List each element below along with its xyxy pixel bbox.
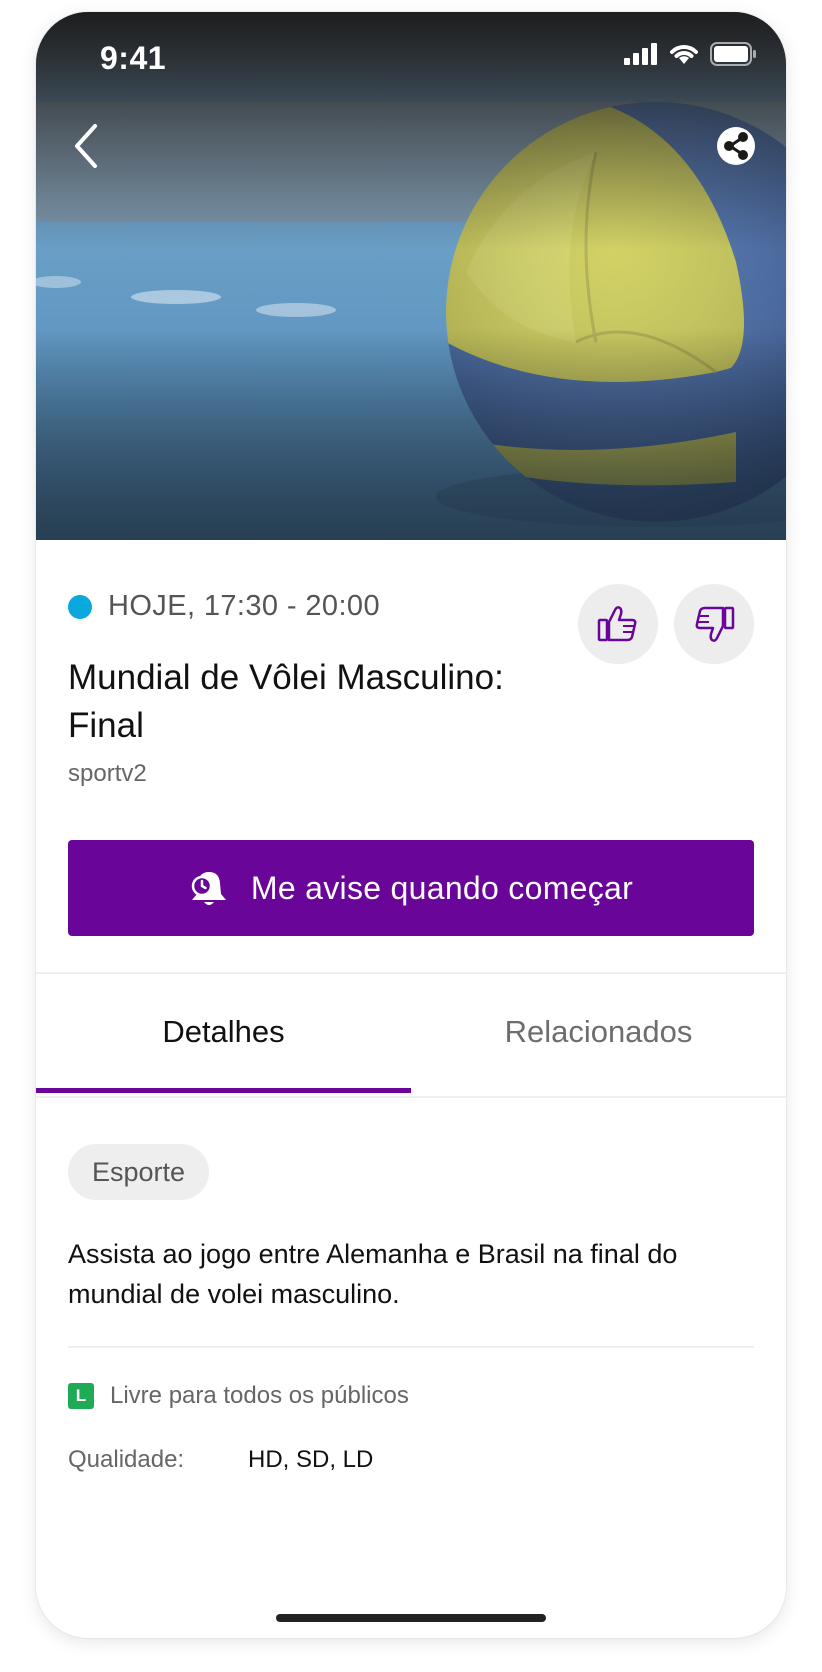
quality-value: HD, SD, LD: [248, 1446, 374, 1473]
active-tab-indicator: [36, 1088, 411, 1093]
thumbs-down-icon: [695, 606, 735, 642]
share-icon: [717, 127, 755, 165]
notify-button[interactable]: Me avise quando começar: [68, 840, 754, 936]
category-chip[interactable]: Esporte: [68, 1144, 210, 1200]
chevron-left-icon: [75, 124, 97, 168]
like-button[interactable]: [578, 584, 658, 664]
live-dot: [68, 594, 92, 619]
signal-icon: [624, 43, 657, 65]
status-icons: [624, 42, 756, 66]
back-button[interactable]: [56, 112, 116, 180]
status-bar: 9:41: [36, 12, 786, 102]
age-rating-text: Livre para todos os públicos: [110, 1382, 409, 1409]
quality-row: Qualidade: HD, SD, LD: [68, 1446, 373, 1474]
channel-name: sportv2: [68, 760, 147, 787]
bell-clock-icon: [191, 872, 226, 905]
tab-related[interactable]: Relacionados: [411, 974, 786, 1090]
battery-icon: [710, 42, 756, 66]
wifi-icon: [670, 45, 698, 64]
share-button[interactable]: [714, 124, 758, 168]
tab-details[interactable]: Detalhes: [36, 974, 411, 1090]
tabs-border: [36, 1096, 786, 1098]
age-rating-row: L Livre para todos os públicos: [68, 1382, 409, 1410]
time-row: HOJE, 17:30 - 20:00: [68, 590, 380, 623]
stage: 9:41 HOJE, 17:30 - 20:00 Mundial de Vôle…: [0, 0, 822, 1672]
notify-button-label: Me avise quando começar: [250, 869, 634, 906]
details-divider: [68, 1346, 754, 1348]
quality-label: Qualidade:: [68, 1446, 185, 1473]
program-description: Assista ao jogo entre Alemanha e Brasil …: [68, 1239, 678, 1309]
home-indicator[interactable]: [276, 1614, 546, 1622]
hero-image: 9:41: [36, 12, 786, 540]
tab-bar: Detalhes Relacionados: [36, 974, 786, 1096]
age-rating-badge: L: [68, 1383, 94, 1409]
phone-frame: 9:41 HOJE, 17:30 - 20:00 Mundial de Vôle…: [36, 12, 786, 1638]
dislike-button[interactable]: [674, 584, 754, 664]
status-time: 9:41: [100, 40, 167, 76]
program-time: HOJE, 17:30 - 20:00: [108, 590, 380, 622]
thumbs-up-icon: [597, 606, 637, 642]
program-title: Mundial de Vôlei Masculino: Final: [68, 658, 504, 745]
